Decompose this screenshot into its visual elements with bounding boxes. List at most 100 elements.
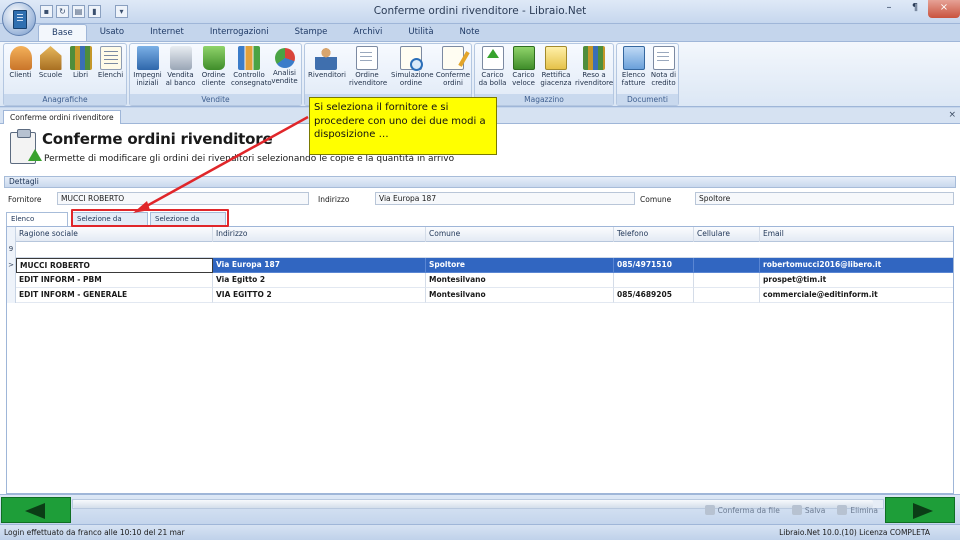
scuole-button[interactable]: Scuole <box>35 46 66 79</box>
tab-archivi[interactable]: Archivi <box>340 24 395 41</box>
cell-indirizzo[interactable]: Via Egitto 2 <box>213 273 426 288</box>
cell-comune[interactable]: Montesilvano <box>426 273 614 288</box>
cell-telefono[interactable]: 085/4971510 <box>614 258 694 273</box>
fornitori-grid: Ragione sociale Indirizzo Comune Telefon… <box>6 226 954 494</box>
salva-button[interactable]: Salva <box>791 505 825 515</box>
conferma-da-file-button[interactable]: Conferma da file <box>704 505 780 515</box>
cell-indirizzo[interactable]: VIA EGITTO 2 <box>213 288 426 303</box>
cell-email[interactable]: robertomucci2016@libero.it <box>760 258 953 273</box>
column-comune[interactable]: Comune <box>426 227 614 242</box>
vendita-label: Vendita al banco <box>165 71 196 87</box>
column-email[interactable]: Email <box>760 227 953 242</box>
cell-email[interactable]: prospet@tim.it <box>760 273 953 288</box>
fornitore-field[interactable]: MUCCI ROBERTO <box>57 192 309 205</box>
tab-utilita[interactable]: Utilità <box>395 24 446 41</box>
analisi-vendite-button[interactable]: Analisi vendite <box>269 46 300 85</box>
cell-comune[interactable]: Spoltore <box>426 258 614 273</box>
group-anagrafiche: Clienti Scuole Libri Elenchi Anagrafiche <box>3 43 127 106</box>
tab-base[interactable]: Base <box>38 24 87 41</box>
file-confirm-icon <box>704 505 715 515</box>
school-icon <box>39 46 62 70</box>
cell-ragione-sociale[interactable]: EDIT INFORM - GENERALE <box>16 288 213 303</box>
tab-usato[interactable]: Usato <box>87 24 137 41</box>
tab-note[interactable]: Note <box>447 24 493 41</box>
dettagli-section[interactable]: Dettagli <box>4 176 956 188</box>
row-indicator <box>7 273 16 288</box>
cell-email[interactable]: commerciale@editinform.it <box>760 288 953 303</box>
grid-header: Ragione sociale Indirizzo Comune Telefon… <box>7 227 953 242</box>
close-button[interactable]: × <box>928 0 960 18</box>
elimina-button[interactable]: Elimina <box>837 505 878 515</box>
elenchi-button[interactable]: Elenchi <box>95 46 126 79</box>
ordine-rivenditore-button[interactable]: Ordine rivenditore <box>349 46 388 87</box>
document-edit-icon <box>442 46 464 70</box>
forward-button[interactable] <box>885 497 955 523</box>
group-vendite: Impegni iniziali Vendita al banco Ordine cl… <box>129 43 302 106</box>
simulazione-label: Simulazione ordine <box>391 71 434 87</box>
impegni-iniziali-button[interactable]: Impegni iniziali <box>132 46 163 87</box>
arrow-left-icon <box>25 503 45 519</box>
elimina-label: Elimina <box>850 505 878 515</box>
status-bar: Login effettuato da franco alle 10:10 de… <box>0 524 960 540</box>
rivenditori-label: Rivenditori <box>308 71 346 79</box>
cell-cellulare[interactable] <box>694 288 760 303</box>
vendita-banco-button[interactable]: Vendita al banco <box>165 46 196 87</box>
annotation-callout: Si seleziona il fornitore e si procedere… <box>309 97 497 155</box>
login-status: Login effettuato da franco alle 10:10 de… <box>4 528 185 537</box>
column-ragione-sociale[interactable]: Ragione sociale <box>16 227 213 242</box>
page-title: Conferme ordini rivenditore <box>42 130 273 148</box>
cell-ragione-sociale[interactable]: EDIT INFORM - PBM <box>16 273 213 288</box>
column-indirizzo[interactable]: Indirizzo <box>213 227 426 242</box>
ordine-cliente-button[interactable]: Ordine cliente <box>198 46 229 87</box>
comune-label: Comune <box>640 195 672 204</box>
simulazione-ordine-button[interactable]: Simulazione ordine <box>391 46 434 87</box>
back-button[interactable] <box>1 497 71 523</box>
tab-elenco-fornitori[interactable]: Elenco fornitori <box>6 212 68 236</box>
indirizzo-field[interactable]: Via Europa 187 <box>375 192 635 205</box>
app-menu-button[interactable] <box>2 2 36 36</box>
clienti-button[interactable]: Clienti <box>5 46 36 79</box>
cash-register-icon <box>169 46 192 70</box>
document-tab[interactable]: Conferme ordini rivenditore <box>3 110 121 124</box>
table-row[interactable]: EDIT INFORM - PBM Via Egitto 2 Montesilv… <box>7 273 953 288</box>
carico-bolla-label: Carico da bolla <box>478 71 507 87</box>
tab-interrogazioni[interactable]: Interrogazioni <box>197 24 282 41</box>
carico-bolla-button[interactable]: Carico da bolla <box>477 46 508 87</box>
cell-telefono[interactable] <box>614 273 694 288</box>
elenco-fatture-button[interactable]: Elenco fatture <box>618 46 649 87</box>
tab-stampe[interactable]: Stampe <box>282 24 341 41</box>
carico-veloce-button[interactable]: Carico veloce <box>508 46 539 87</box>
conferme-ordini-button[interactable]: Conferme ordini <box>435 46 471 87</box>
column-cellulare[interactable]: Cellulare <box>694 227 760 242</box>
nota-credito-button[interactable]: Nota di credito <box>648 46 679 87</box>
cell-telefono[interactable]: 085/4689205 <box>614 288 694 303</box>
page-subtitle: Permette di modificare gli ordini dei ri… <box>44 154 455 164</box>
table-row[interactable]: EDIT INFORM - GENERALE VIA EGITTO 2 Mont… <box>7 288 953 303</box>
cell-ragione-sociale[interactable]: MUCCI ROBERTO <box>16 258 213 273</box>
rivenditori-button[interactable]: Rivenditori <box>308 46 346 79</box>
table-row[interactable]: > MUCCI ROBERTO Via Europa 187 Spoltore … <box>7 258 953 273</box>
group-title-vendite: Vendite <box>130 94 301 105</box>
grid-filter-row[interactable]: 9 <box>7 242 953 258</box>
comune-field[interactable]: Spoltore <box>695 192 954 205</box>
reso-rivenditore-button[interactable]: Reso a rivenditore <box>575 46 613 87</box>
cell-indirizzo[interactable]: Via Europa 187 <box>213 258 426 273</box>
analisi-label: Analisi vendite <box>271 69 298 85</box>
ordine-rivenditore-label: Ordine rivenditore <box>349 71 388 87</box>
conferme-label: Conferme ordini <box>435 71 471 87</box>
conferma-da-file-label: Conferma da file <box>717 505 780 515</box>
document-search-icon <box>400 46 423 71</box>
controllo-consegnato-button[interactable]: Controllo consegnato <box>231 46 272 87</box>
tab-internet[interactable]: Internet <box>137 24 197 41</box>
ordine-cliente-label: Ordine cliente <box>201 71 226 87</box>
row-indicator <box>7 288 16 303</box>
libri-button[interactable]: Libri <box>65 46 96 79</box>
rettifica-giacenza-button[interactable]: Rettifica giacenza <box>539 46 573 87</box>
minimize-button[interactable]: – <box>876 0 902 18</box>
cell-cellulare[interactable] <box>694 273 760 288</box>
close-document-icon[interactable]: × <box>948 110 956 120</box>
cell-cellulare[interactable] <box>694 258 760 273</box>
restore-button[interactable]: ¶ <box>902 0 928 18</box>
cell-comune[interactable]: Montesilvano <box>426 288 614 303</box>
column-telefono[interactable]: Telefono <box>614 227 694 242</box>
